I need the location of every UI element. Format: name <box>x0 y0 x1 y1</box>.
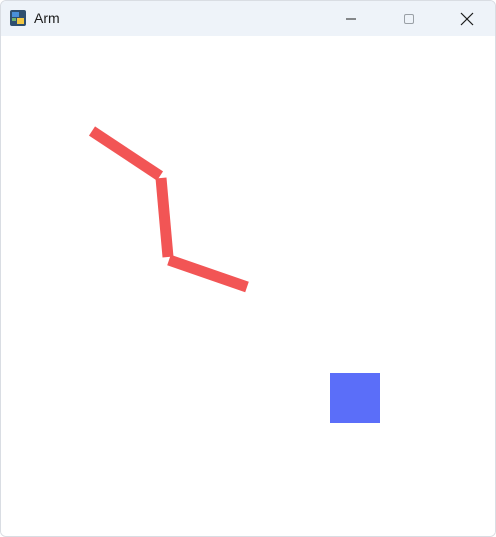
close-button[interactable] <box>444 1 490 36</box>
robot-arm <box>88 126 249 293</box>
minimize-button[interactable] <box>328 1 374 36</box>
maximize-icon <box>403 13 415 25</box>
python-icon <box>9 9 27 27</box>
window-title: Arm <box>34 10 60 26</box>
arm-segment-2 <box>155 177 174 258</box>
target-square <box>330 373 380 423</box>
title-bar[interactable]: Arm <box>1 1 495 36</box>
maximize-button[interactable] <box>386 1 432 36</box>
close-icon <box>460 12 474 26</box>
app-window: Arm <box>0 0 496 537</box>
drawing-canvas[interactable] <box>1 36 495 536</box>
minimize-icon <box>345 13 357 25</box>
arm-segment-3 <box>167 254 249 293</box>
arm-segment-1 <box>88 126 164 181</box>
